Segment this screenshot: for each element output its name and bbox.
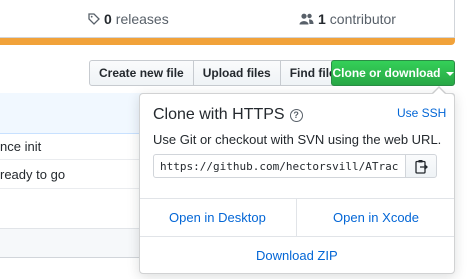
list-item[interactable]: ready to go (0, 167, 65, 182)
popover-divider (140, 236, 454, 237)
copy-url-button[interactable] (405, 154, 437, 178)
clone-or-download-button[interactable]: Clone or download (331, 60, 455, 86)
language-bar (0, 38, 455, 45)
clipboard-icon (414, 159, 428, 174)
tag-icon (88, 13, 100, 25)
popover-divider (140, 198, 454, 199)
clone-url-input[interactable] (153, 154, 406, 178)
clone-or-download-label: Clone or download (332, 66, 441, 80)
list-item[interactable]: nce init (0, 139, 41, 154)
file-actions-group: Create new file Upload files Find file (89, 60, 346, 86)
contributors-label: contributor (329, 11, 396, 27)
releases-link[interactable]: 0 releases (88, 11, 169, 27)
clone-title-text: Clone with HTTPS (153, 106, 285, 123)
open-in-xcode-link[interactable]: Open in Xcode (333, 210, 419, 225)
popover-divider-vertical (296, 199, 297, 236)
people-icon (299, 13, 314, 25)
contributors-count: 1 (318, 11, 326, 27)
upload-files-button[interactable]: Upload files (192, 60, 281, 86)
open-in-desktop-link[interactable]: Open in Desktop (169, 210, 266, 225)
caret-down-icon (445, 71, 454, 76)
use-ssh-link[interactable]: Use SSH (397, 106, 446, 120)
create-new-file-button[interactable]: Create new file (89, 60, 194, 86)
question-circle-icon[interactable]: ? (289, 108, 303, 122)
readme-header (0, 228, 150, 257)
latest-commit-bar (0, 93, 150, 134)
releases-label: releases (115, 11, 169, 27)
row-divider (0, 159, 150, 160)
popover-arrow-fill (433, 88, 445, 94)
clone-description: Use Git or checkout with SVN using the w… (153, 132, 442, 147)
download-zip-link[interactable]: Download ZIP (256, 248, 338, 263)
clone-popover-title: Clone with HTTPS ? (153, 106, 303, 124)
contributors-link[interactable]: 1 contributor (299, 11, 396, 27)
row-divider (0, 188, 150, 189)
releases-count: 0 (104, 11, 112, 27)
